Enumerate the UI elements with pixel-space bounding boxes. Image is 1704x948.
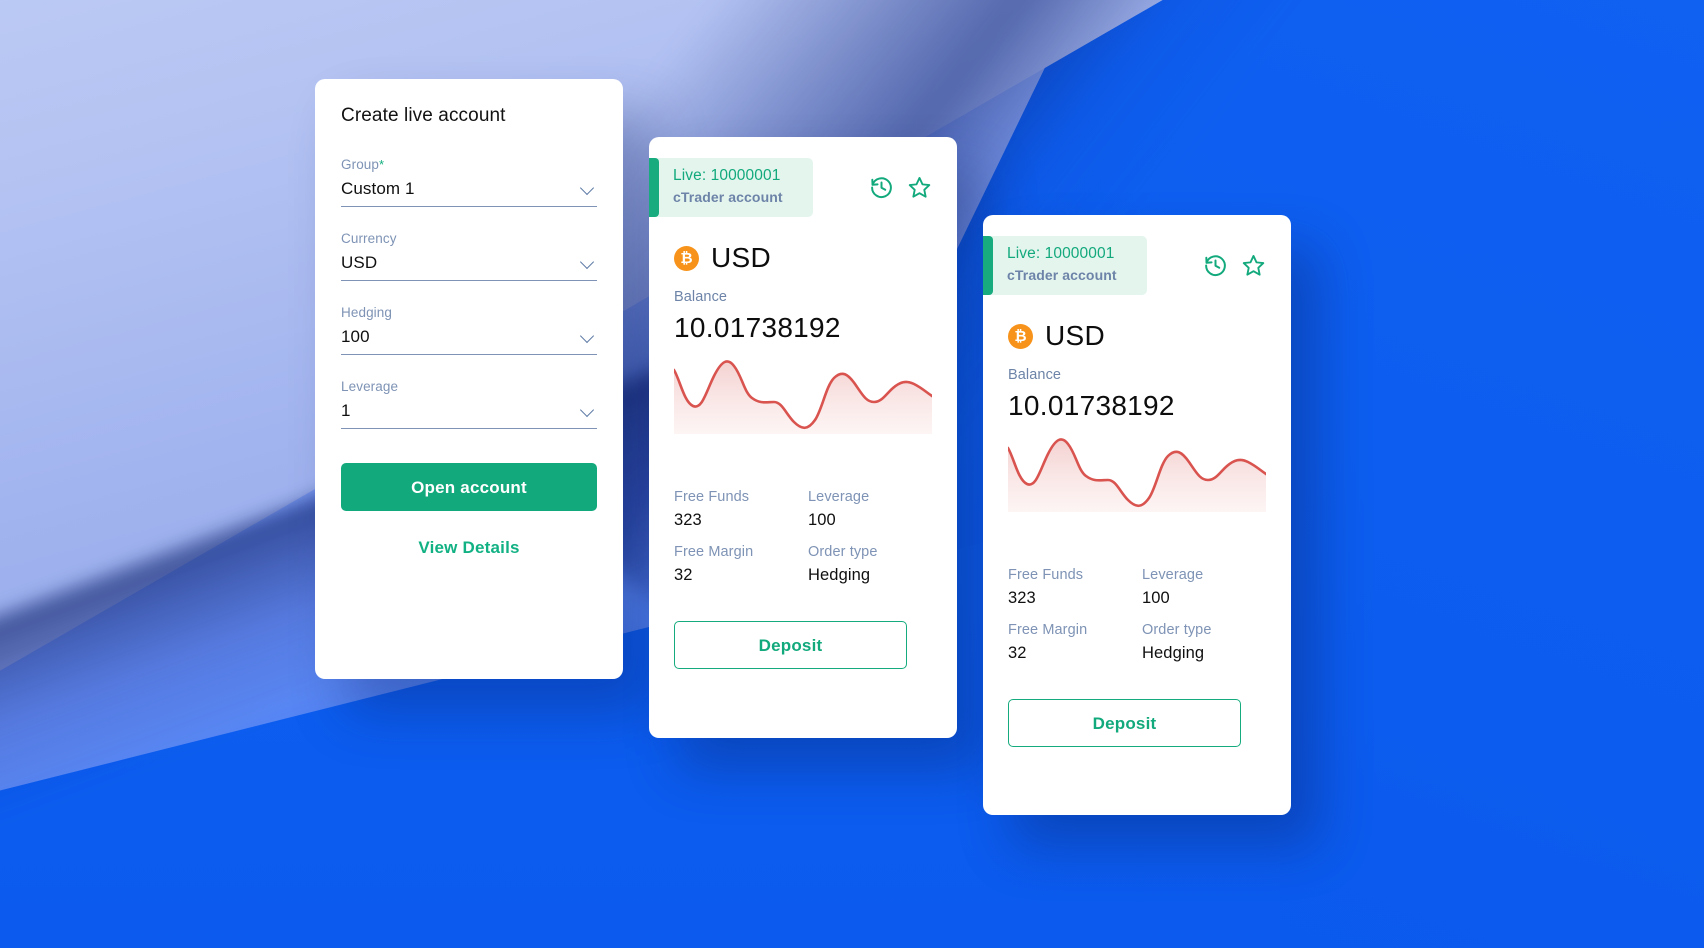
balance-sparkline-chart — [674, 360, 932, 434]
stat-value-free-margin: 32 — [1008, 644, 1027, 662]
balance-value: 10.01738192 — [1008, 390, 1175, 421]
field-group-value: Custom 1 — [341, 179, 415, 198]
chevron-down-icon — [581, 183, 595, 192]
star-outline-icon[interactable] — [907, 175, 932, 200]
currency-name: USD — [711, 242, 772, 273]
field-leverage: Leverage 1 — [341, 379, 597, 429]
stat-label-leverage: Leverage — [808, 489, 870, 505]
stat-value-free-funds: 323 — [1008, 589, 1036, 607]
create-live-account-card: Create live account Group* Custom 1 Curr… — [315, 79, 623, 679]
field-currency-label: Currency — [341, 231, 397, 246]
field-hedging-value: 100 — [341, 327, 370, 346]
field-currency-value: USD — [341, 253, 378, 272]
balance-value: 10.01738192 — [674, 312, 841, 343]
currency-row: ₿ USD — [1008, 320, 1241, 352]
field-currency: Currency USD — [341, 231, 597, 281]
field-hedging: Hedging 100 — [341, 305, 597, 355]
stat-label-leverage: Leverage — [1142, 567, 1204, 583]
account-card: Live: 10000001 cTrader account ₿ USD Bal… — [649, 137, 957, 738]
status-badge[interactable]: Live: 10000001 cTrader account — [983, 236, 1147, 295]
balance-sparkline-chart — [1008, 438, 1266, 512]
account-header: Live: 10000001 cTrader account — [983, 236, 1266, 295]
star-outline-icon[interactable] — [1241, 253, 1266, 278]
account-type: cTrader account — [1007, 267, 1117, 283]
stat-label-free-funds: Free Funds — [674, 489, 750, 505]
field-group-select[interactable]: Custom 1 — [341, 179, 597, 207]
field-leverage-select[interactable]: 1 — [341, 401, 597, 429]
stat-value-leverage: 100 — [1142, 589, 1170, 607]
stat-value-free-margin: 32 — [674, 566, 693, 584]
status-accent-bar — [649, 158, 659, 217]
currency-name: USD — [1045, 320, 1106, 351]
view-details-link[interactable]: View Details — [341, 537, 597, 559]
chevron-down-icon — [581, 331, 595, 340]
bitcoin-icon: ₿ — [674, 245, 699, 271]
field-hedging-select[interactable]: 100 — [341, 327, 597, 355]
account-number: Live: 10000001 — [673, 167, 781, 184]
account-type: cTrader account — [673, 189, 783, 205]
account-stats-grid: Free Funds Leverage 323 100 Free Margin … — [1008, 567, 1241, 677]
required-asterisk: * — [379, 157, 385, 172]
field-group: Group* Custom 1 — [341, 157, 597, 207]
history-icon[interactable] — [1203, 253, 1228, 278]
field-hedging-label: Hedging — [341, 305, 392, 320]
stat-label-free-funds: Free Funds — [1008, 567, 1084, 583]
field-group-label: Group* — [341, 157, 597, 172]
page-title: Create live account — [341, 105, 506, 126]
stat-label-free-margin: Free Margin — [674, 544, 754, 560]
stat-value-free-funds: 323 — [674, 511, 702, 529]
field-leverage-value: 1 — [341, 401, 351, 420]
history-icon[interactable] — [869, 175, 894, 200]
account-card: Live: 10000001 cTrader account ₿ USD Bal… — [983, 215, 1291, 815]
account-header: Live: 10000001 cTrader account — [649, 158, 932, 217]
app-background: Create live account Group* Custom 1 Curr… — [0, 0, 1704, 948]
stat-label-order-type: Order type — [1142, 622, 1212, 638]
chevron-down-icon — [581, 257, 595, 266]
account-stats-grid: Free Funds Leverage 323 100 Free Margin … — [674, 489, 907, 599]
status-accent-bar — [983, 236, 993, 295]
field-group-label-text: Group — [341, 157, 380, 172]
stat-value-order-type: Hedging — [1142, 644, 1205, 662]
balance-label: Balance — [1008, 367, 1062, 383]
balance-label: Balance — [674, 289, 728, 305]
stat-value-order-type: Hedging — [808, 566, 871, 584]
field-currency-select[interactable]: USD — [341, 253, 597, 281]
stat-label-order-type: Order type — [808, 544, 878, 560]
account-number: Live: 10000001 — [1007, 245, 1115, 262]
stat-value-leverage: 100 — [808, 511, 836, 529]
stat-label-free-margin: Free Margin — [1008, 622, 1088, 638]
open-account-button[interactable]: Open account — [341, 463, 597, 511]
status-badge[interactable]: Live: 10000001 cTrader account — [649, 158, 813, 217]
bitcoin-icon: ₿ — [1008, 323, 1033, 349]
deposit-button[interactable]: Deposit — [674, 621, 907, 669]
field-leverage-label: Leverage — [341, 379, 399, 394]
chevron-down-icon — [581, 405, 595, 414]
currency-row: ₿ USD — [674, 242, 907, 274]
deposit-button[interactable]: Deposit — [1008, 699, 1241, 747]
